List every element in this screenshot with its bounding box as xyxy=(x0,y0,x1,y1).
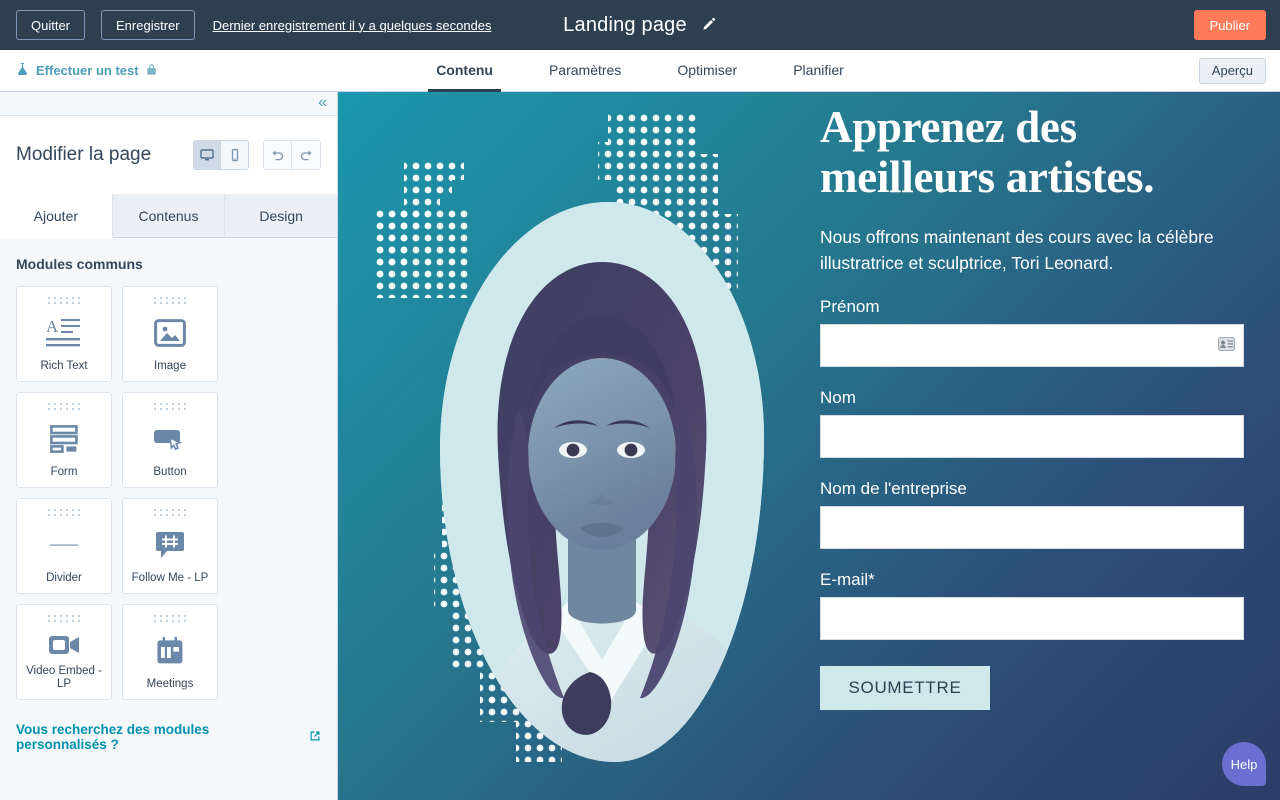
module-label: Meetings xyxy=(146,678,194,690)
portrait-blob xyxy=(440,202,764,762)
editor-sidebar: « Modifier la page Ajouter Contenus Desi… xyxy=(0,92,338,800)
drag-handle-icon[interactable] xyxy=(47,296,81,306)
drag-handle-icon[interactable] xyxy=(47,614,81,624)
field-label-email: E-mail* xyxy=(820,570,875,589)
sidebar-tab-design[interactable]: Design xyxy=(225,194,338,238)
module-card-image[interactable]: Image xyxy=(122,286,218,382)
field-wrap-entreprise xyxy=(820,506,1244,549)
form-field-email: E-mail* xyxy=(820,570,1260,640)
field-label-entreprise: Nom de l'entreprise xyxy=(820,479,967,498)
hero-heading: Apprenez des meilleurs artistes. xyxy=(820,102,1155,202)
module-label: Video Embed - LP xyxy=(26,665,102,690)
calendar-icon xyxy=(156,624,184,678)
image-icon xyxy=(154,306,186,360)
drag-handle-icon[interactable] xyxy=(47,402,81,412)
module-label: Rich Text xyxy=(40,360,88,372)
custom-modules-link-label: Vous recherchez des modules personnalisé… xyxy=(16,722,210,752)
save-status-link[interactable]: Dernier enregistrement il y a quelques s… xyxy=(213,18,492,33)
entreprise-input[interactable] xyxy=(820,506,1244,549)
desktop-icon[interactable] xyxy=(194,141,221,169)
drag-handle-icon[interactable] xyxy=(153,296,187,306)
drag-handle-icon[interactable] xyxy=(153,508,187,518)
nom-input[interactable] xyxy=(820,415,1244,458)
nav-bar: Effectuer un test Contenu Paramètres Opt… xyxy=(0,50,1280,92)
hero-subheading: Nous offrons maintenant des cours avec l… xyxy=(820,227,1214,273)
publish-button[interactable]: Publier xyxy=(1193,10,1266,40)
sidebar-tab-ajouter[interactable]: Ajouter xyxy=(0,194,113,238)
field-label-nom: Nom xyxy=(820,388,856,407)
save-button[interactable]: Enregistrer xyxy=(101,10,195,40)
page-title: Landing page xyxy=(563,13,687,36)
custom-modules-link[interactable]: Vous recherchez des modules personnalisé… xyxy=(16,722,321,752)
field-wrap-email xyxy=(820,597,1244,640)
field-label-prenom: Prénom xyxy=(820,297,880,316)
field-wrap-prenom xyxy=(820,324,1244,367)
hero-content: Apprenez des meilleurs artistes. Nous of… xyxy=(820,102,1260,710)
device-toggle-group xyxy=(193,140,249,170)
chevron-double-left-icon[interactable]: « xyxy=(318,94,327,112)
hashtag-bubble-icon xyxy=(155,518,185,572)
prenom-input[interactable] xyxy=(820,324,1244,367)
form-field-entreprise: Nom de l'entreprise xyxy=(820,479,1260,549)
form-icon xyxy=(50,412,78,466)
button-icon xyxy=(153,412,187,466)
tab-parametres[interactable]: Paramètres xyxy=(541,51,629,92)
sidebar-title: Modifier la page xyxy=(16,144,152,165)
pencil-icon[interactable] xyxy=(701,17,717,33)
module-card-rich-text[interactable]: A Rich Text xyxy=(16,286,112,382)
sidebar-header: Modifier la page xyxy=(0,116,337,194)
tab-optimiser[interactable]: Optimiser xyxy=(669,51,745,92)
nav-tabs: Contenu Paramètres Optimiser Planifier xyxy=(0,50,1280,92)
form-field-nom: Nom xyxy=(820,388,1260,458)
hero-artwork xyxy=(368,92,838,800)
divider-icon xyxy=(47,518,81,572)
sidebar-tabs: Ajouter Contenus Design xyxy=(0,194,338,238)
quit-button[interactable]: Quitter xyxy=(16,10,86,40)
redo-icon[interactable] xyxy=(292,141,320,169)
module-label: Button xyxy=(153,466,187,478)
form-field-prenom: Prénom xyxy=(820,297,1260,367)
mobile-icon[interactable] xyxy=(221,141,248,169)
video-camera-icon xyxy=(48,624,80,665)
drag-handle-icon[interactable] xyxy=(153,402,187,412)
top-bar: Quitter Enregistrer Dernier enregistreme… xyxy=(0,0,1280,50)
drag-handle-icon[interactable] xyxy=(47,508,81,518)
module-card-meetings[interactable]: Meetings xyxy=(122,604,218,700)
drag-handle-icon[interactable] xyxy=(153,614,187,624)
module-label: Image xyxy=(154,360,186,372)
modules-panel: Modules communs A Rich Text Image Form B… xyxy=(0,238,337,800)
tab-contenu[interactable]: Contenu xyxy=(428,51,501,92)
sidebar-tab-contenus[interactable]: Contenus xyxy=(112,194,226,238)
modules-heading: Modules communs xyxy=(16,256,143,272)
module-card-video-embed-lp[interactable]: Video Embed - LP xyxy=(16,604,112,700)
field-wrap-nom xyxy=(820,415,1244,458)
sidebar-collapse-row: « xyxy=(0,92,337,116)
history-group xyxy=(263,140,321,170)
email-input[interactable] xyxy=(820,597,1244,640)
tab-planifier[interactable]: Planifier xyxy=(785,51,852,92)
module-card-button[interactable]: Button xyxy=(122,392,218,488)
module-grid: A Rich Text Image Form Button Divider Fo… xyxy=(16,286,321,700)
rich-text-icon: A xyxy=(46,306,82,360)
undo-icon[interactable] xyxy=(264,141,292,169)
external-link-icon xyxy=(309,730,321,745)
help-button[interactable]: Help xyxy=(1222,742,1266,786)
module-label: Form xyxy=(50,466,78,478)
module-label: Follow Me - LP xyxy=(131,572,209,584)
module-card-form[interactable]: Form xyxy=(16,392,112,488)
preview-button[interactable]: Aperçu xyxy=(1198,57,1266,84)
page-canvas[interactable]: Apprenez des meilleurs artistes. Nous of… xyxy=(338,92,1280,800)
module-card-divider[interactable]: Divider xyxy=(16,498,112,594)
module-label: Divider xyxy=(46,572,82,584)
submit-button[interactable]: SOUMETTRE xyxy=(820,666,990,710)
svg-text:A: A xyxy=(46,317,59,336)
module-card-follow-me-lp[interactable]: Follow Me - LP xyxy=(122,498,218,594)
portrait-photo xyxy=(440,202,764,762)
